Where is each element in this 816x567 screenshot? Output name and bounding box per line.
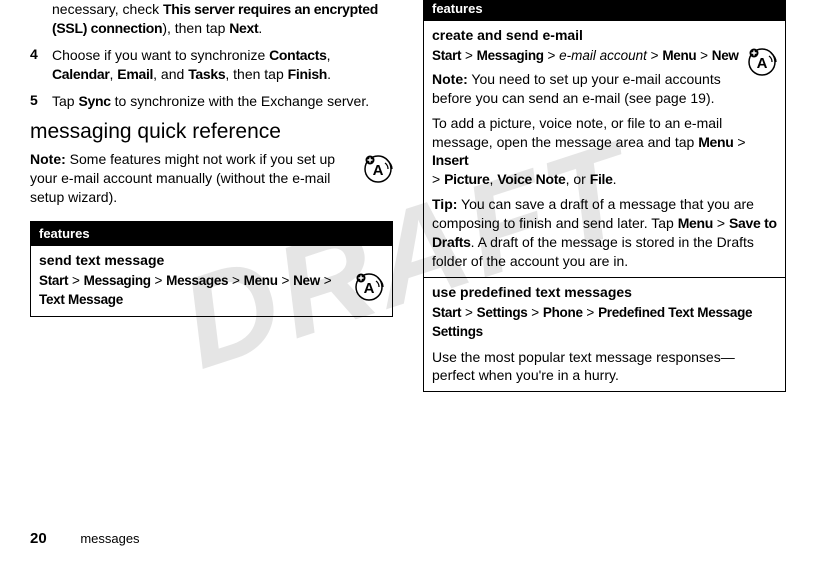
phone-label: Phone	[543, 305, 583, 320]
picture-label: Picture	[444, 171, 489, 187]
txt: To add a picture, voice note, or file to…	[432, 115, 722, 150]
contacts-label: Contacts	[269, 47, 327, 63]
feature-cell-send-text: send text message Start > Messaging > Me…	[31, 246, 393, 317]
next-label: Next	[229, 20, 258, 36]
start-label: Start	[39, 273, 68, 288]
start-label: Start	[432, 305, 461, 320]
start-label: Start	[432, 48, 461, 63]
feature-cell-create-email: create and send e-mail Start > Messaging…	[424, 21, 786, 278]
sync-label: Sync	[78, 93, 110, 109]
txt: , and	[153, 66, 188, 82]
feature-cell-predefined: use predefined text messages Start > Set…	[424, 277, 786, 392]
feature-a-icon: A	[363, 154, 393, 184]
finish-label: Finish	[288, 66, 327, 82]
tip-label: Tip:	[432, 196, 457, 212]
messaging-label: Messaging	[84, 273, 151, 288]
txt: Some features might not work if you set …	[30, 151, 335, 205]
predef-desc: Use the most popular text message respon…	[432, 348, 777, 386]
email-feature-content: Start > Messaging > e-mail account > Men…	[432, 47, 739, 108]
email-label: Email	[117, 66, 153, 82]
feature-a-icon: A	[747, 47, 777, 77]
step-number: 4	[30, 46, 52, 84]
txt: . A draft of the message is stored in th…	[432, 234, 754, 269]
tasks-label: Tasks	[188, 66, 225, 82]
features-header: features	[31, 222, 393, 246]
attach-instructions: To add a picture, voice note, or file to…	[432, 114, 777, 190]
svg-text:A: A	[364, 280, 375, 297]
draft-tip: Tip: You can save a draft of a message t…	[432, 195, 777, 271]
feature-title: send text message	[39, 252, 384, 268]
step-5: 5 Tap Sync to synchronize with the Excha…	[30, 92, 393, 111]
messages-label: Messages	[166, 273, 228, 288]
note-label: Note:	[30, 151, 66, 167]
txt: necessary, check	[52, 1, 163, 17]
step-4: 4 Choose if you want to synchronize Cont…	[30, 46, 393, 84]
menu-label: Menu	[244, 273, 278, 288]
send-text-path: Start > Messaging > Messages > Menu > Ne…	[39, 272, 346, 310]
note-text: Note: Some features might not work if yo…	[30, 150, 353, 207]
settings-label: Settings	[477, 305, 528, 320]
file-label: File	[590, 171, 613, 187]
features-table-left: features send text message Start > Messa…	[30, 221, 393, 317]
svg-text:A: A	[373, 162, 384, 179]
note-row: Note: Some features might not work if yo…	[30, 150, 393, 207]
txt: , then tap	[225, 66, 287, 82]
calendar-label: Calendar	[52, 66, 110, 82]
text-message-label: Text Message	[39, 292, 123, 307]
note-label: Note:	[432, 71, 468, 87]
txt: Tap	[52, 93, 78, 109]
txt: You need to set up your e-mail accounts …	[432, 71, 721, 106]
feature-title: use predefined text messages	[432, 284, 777, 300]
section-heading: messaging quick reference	[30, 120, 393, 144]
svg-text:A: A	[757, 55, 768, 72]
left-column: necessary, check This server requires an…	[30, 0, 393, 537]
features-table-right: features create and send e-mail Start > …	[423, 0, 786, 392]
messaging-label: Messaging	[477, 48, 544, 63]
email-path: Start > Messaging > e-mail account > Men…	[432, 47, 739, 66]
right-column: features create and send e-mail Start > …	[423, 0, 786, 537]
txt: ), then tap	[162, 20, 229, 36]
new-label: New	[712, 48, 739, 63]
new-label: New	[293, 273, 320, 288]
step-body: Choose if you want to synchronize Contac…	[52, 46, 393, 84]
step-number: 5	[30, 92, 52, 111]
txt: , or	[566, 171, 590, 187]
step-body: Tap Sync to synchronize with the Exchang…	[52, 92, 369, 111]
features-header: features	[424, 0, 786, 21]
menu-label: Menu	[698, 134, 733, 150]
insert-label: Insert	[432, 152, 468, 168]
feature-a-icon: A	[354, 272, 384, 302]
email-note: Note: You need to set up your e-mail acc…	[432, 70, 739, 108]
txt: to synchronize with the Exchange server.	[111, 93, 369, 109]
menu-label: Menu	[662, 48, 696, 63]
menu-label: Menu	[678, 215, 713, 231]
voicenote-label: Voice Note	[497, 171, 565, 187]
ssl-step-fragment: necessary, check This server requires an…	[52, 0, 393, 38]
email-account-label: e-mail account	[559, 48, 647, 63]
txt: Choose if you want to synchronize	[52, 47, 269, 63]
predef-path: Start > Settings > Phone > Predefined Te…	[432, 304, 777, 342]
feature-title: create and send e-mail	[432, 27, 777, 43]
